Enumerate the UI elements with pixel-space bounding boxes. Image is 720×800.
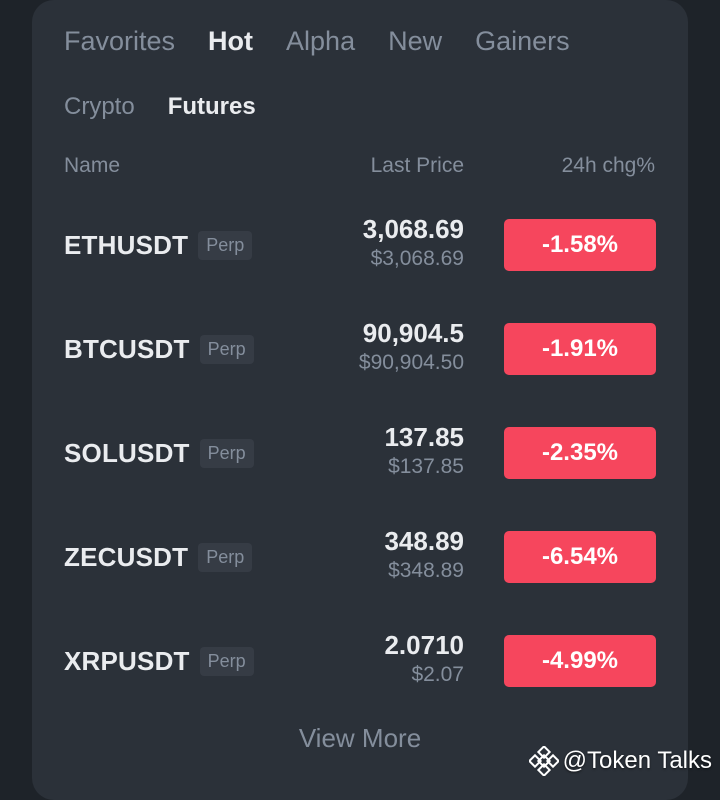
price-cell: 348.89 $348.89 — [384, 525, 464, 585]
symbol-cell: BTCUSDT Perp — [64, 297, 254, 401]
change-badge[interactable]: -4.99% — [504, 635, 656, 687]
market-row-solusdt[interactable]: SOLUSDT Perp 137.85 $137.85 -2.35% — [32, 401, 688, 505]
column-header-last-price[interactable]: Last Price — [371, 154, 464, 178]
symbol-cell: ZECUSDT Perp — [64, 505, 253, 609]
price-usd: $137.85 — [388, 455, 464, 478]
column-header-change[interactable]: 24h chg% — [562, 154, 655, 178]
column-header-name[interactable]: Name — [64, 154, 120, 178]
price-usd: $2.07 — [411, 663, 464, 686]
perp-tag: Perp — [199, 334, 254, 364]
secondary-tabs: Crypto Futures — [64, 93, 289, 121]
perp-tag: Perp — [199, 646, 254, 676]
market-row-ethusdt[interactable]: ETHUSDT Perp 3,068.69 $3,068.69 -1.58% — [32, 193, 688, 297]
last-price: 2.0710 — [384, 630, 464, 660]
symbol-cell: SOLUSDT Perp — [64, 401, 254, 505]
perp-tag: Perp — [198, 542, 253, 572]
change-badge[interactable]: -1.91% — [504, 323, 656, 375]
last-price: 90,904.5 — [362, 318, 464, 348]
symbol-name: ZECUSDT — [64, 541, 189, 572]
tab-hot[interactable]: Hot — [208, 26, 253, 57]
price-cell: 3,068.69 $3,068.69 — [363, 213, 464, 273]
perp-tag: Perp — [198, 230, 253, 260]
tab-gainers[interactable]: Gainers — [475, 26, 570, 57]
market-row-btcusdt[interactable]: BTCUSDT Perp 90,904.5 $90,904.50 -1.91% — [32, 297, 688, 401]
tab-favorites[interactable]: Favorites — [64, 26, 175, 57]
symbol-name: ETHUSDT — [64, 229, 189, 260]
last-price: 137.85 — [384, 422, 464, 452]
price-usd: $348.89 — [388, 559, 464, 582]
symbol-cell: XRPUSDT Perp — [64, 609, 254, 713]
last-price: 3,068.69 — [362, 214, 464, 244]
symbol-name: BTCUSDT — [64, 333, 190, 364]
price-usd: $3,068.69 — [370, 247, 464, 270]
price-cell: 90,904.5 $90,904.50 — [359, 317, 464, 377]
price-cell: 2.0710 $2.07 — [384, 629, 464, 689]
market-row-zecusdt[interactable]: ZECUSDT Perp 348.89 $348.89 -6.54% — [32, 505, 688, 609]
primary-tabs: Favorites Hot Alpha New Gainers — [64, 26, 603, 57]
tab-alpha[interactable]: Alpha — [286, 26, 355, 57]
symbol-name: XRPUSDT — [64, 645, 190, 676]
market-row-xrpusdt[interactable]: XRPUSDT Perp 2.0710 $2.07 -4.99% — [32, 609, 688, 713]
change-badge[interactable]: -2.35% — [504, 427, 656, 479]
watermark-text: @Token Talks — [562, 747, 712, 774]
symbol-name: SOLUSDT — [64, 437, 190, 468]
binance-logo-icon — [528, 746, 559, 776]
change-badge[interactable]: -6.54% — [504, 531, 656, 583]
last-price: 348.89 — [384, 526, 464, 556]
tab-futures[interactable]: Futures — [168, 93, 256, 121]
perp-tag: Perp — [199, 438, 254, 468]
price-usd: $90,904.50 — [358, 351, 464, 374]
symbol-cell: ETHUSDT Perp — [64, 193, 253, 297]
price-cell: 137.85 $137.85 — [384, 421, 464, 481]
change-badge[interactable]: -1.58% — [504, 219, 656, 271]
watermark: @Token Talks — [528, 746, 712, 776]
tab-new[interactable]: New — [388, 26, 442, 57]
tab-crypto[interactable]: Crypto — [64, 93, 135, 121]
